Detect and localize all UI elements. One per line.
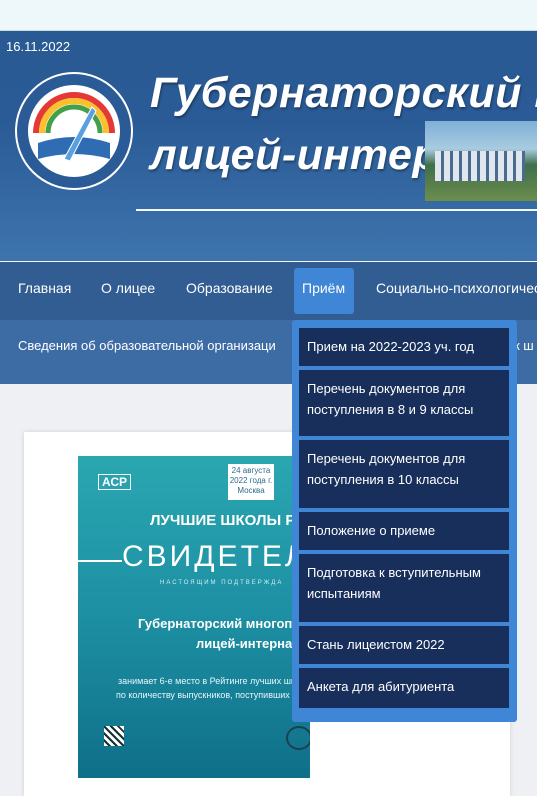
cert-org-logo: АСР [98,474,132,490]
header-date: 16.11.2022 [6,39,71,54]
dropdown-item-applicant-form[interactable]: Анкета для абитуриента [299,668,509,708]
signature-stamp-icon [286,726,310,750]
dropdown-item-regulation[interactable]: Положение о приеме [299,512,509,550]
cert-occupies-line1: занимает 6-е место в Рейтинге лучших шко… [118,676,306,686]
dropdown-item-admission-2022[interactable]: Прием на 2022-2023 уч. год [299,328,509,366]
certificate-image[interactable]: АСР 24 августа 2022 года г. Москва ЛУЧШИ… [78,456,310,778]
subnav-org-info-link[interactable]: Сведения об образовательной организаци [18,338,276,353]
nav-item-social-psych[interactable]: Социально-психологичес [376,280,537,296]
nav-item-admission[interactable]: Приём [302,280,345,296]
nav-item-home[interactable]: Главная [18,280,71,296]
cert-subtitle: НАСТОЯЩИМ ПОДТВЕРЖДА [160,580,284,586]
building-photo [425,121,537,201]
browser-top-strip [0,0,537,31]
site-header: 16.11.2022 Губернаторский м лицей-интерн… [0,31,537,261]
dropdown-item-exam-prep[interactable]: Подготовка к вступительным испытаниям [299,554,509,622]
cert-title: СВИДЕТЕЛЬ [122,540,310,573]
header-divider [136,209,537,211]
dropdown-item-docs-8-9[interactable]: Перечень документов для поступления в 8 … [299,370,509,436]
dropdown-item-become-student[interactable]: Стань лицеистом 2022 [299,626,509,664]
dropdown-item-docs-10[interactable]: Перечень документов для поступления в 10… [299,440,509,508]
admission-dropdown: Прием на 2022-2023 уч. год Перечень доку… [292,320,517,722]
qr-code-icon [104,726,124,746]
cert-best-schools: ЛУЧШИЕ ШКОЛЫ Р [150,512,296,529]
nav-item-about[interactable]: О лицее [101,280,155,296]
cert-name-line2: лицей-интерна [196,636,293,651]
cert-date: 24 августа 2022 года г. Москва [228,464,274,500]
lyceum-logo-icon[interactable] [14,71,134,191]
header-title-line1: Губернаторский м [150,69,537,117]
main-nav: Главная О лицее Образование Приём Социал… [0,262,537,320]
cert-occupies-line2: по количеству выпускников, поступивших в [116,690,298,700]
cert-name-line1: Губернаторский многопр [138,616,301,631]
cert-line [78,560,122,562]
nav-item-education[interactable]: Образование [186,280,273,296]
